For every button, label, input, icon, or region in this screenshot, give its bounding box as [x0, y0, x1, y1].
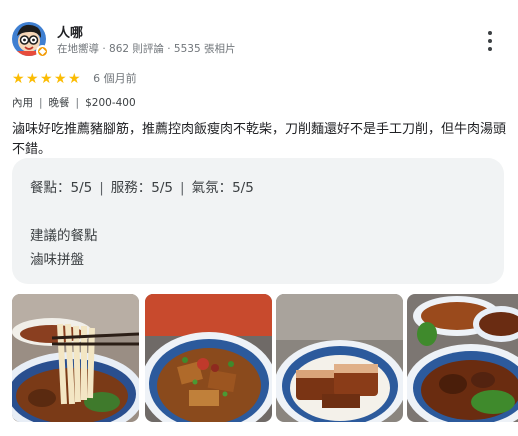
more-options-button[interactable] [482, 29, 498, 53]
score-separator: | [99, 180, 104, 196]
review-header: 人哪 在地嚮導 · 862 則評論 · 5535 張相片 [12, 22, 506, 58]
tag-price: $200-400 [85, 97, 136, 109]
star-icon: ★ [68, 71, 81, 87]
user-meta[interactable]: 在地嚮導 · 862 則評論 · 5535 張相片 [57, 41, 235, 56]
star-icon: ★ [54, 71, 67, 87]
star-rating: ★★★★★ [12, 68, 82, 87]
star-icon: ★ [26, 71, 39, 87]
rating-row: ★★★★★ 6 個月前 [12, 67, 137, 87]
review-tags: 內用 | 晚餐 | $200-400 [12, 95, 136, 110]
review-date: 6 個月前 [93, 71, 137, 85]
score-separator: | [180, 180, 185, 196]
review-photo[interactable] [145, 294, 272, 422]
recommended-dishes-title: 建議的餐點 [30, 228, 98, 244]
rice-bowl-photo-icon [145, 294, 272, 422]
service-score: 服務：5/5 [110, 180, 174, 196]
review-photos [12, 294, 518, 422]
food-score: 餐點：5/5 [30, 180, 93, 196]
more-vert-icon-dot [488, 39, 492, 43]
more-vert-icon [488, 31, 492, 35]
review-photo[interactable] [12, 294, 139, 422]
user-name[interactable]: 人哪 [57, 22, 83, 41]
sub-ratings: 餐點：5/5 | 服務：5/5 | 氣氛：5/5 [30, 176, 254, 196]
review-text: 滷味好吃推薦豬腳筋，推薦控肉飯瘦肉不乾柴，刀削麵還好不是手工刀削，但牛肉湯頭不錯… [12, 122, 507, 157]
recommended-dish: 滷味拼盤 [30, 252, 84, 268]
tag-separator: | [75, 97, 80, 109]
star-icon: ★ [40, 71, 53, 87]
tag-separator: | [39, 97, 43, 109]
tag-meal: 晚餐 [48, 97, 70, 109]
local-guide-badge-icon [36, 45, 49, 58]
review-details-card: 餐點：5/5 | 服務：5/5 | 氣氛：5/5 建議的餐點 滷味拼盤 [12, 158, 504, 284]
star-icon: ★ [12, 71, 25, 87]
beef-noodle-photo-icon [407, 294, 518, 422]
noodle-photo-icon [12, 294, 139, 422]
review-photo[interactable] [407, 294, 518, 422]
review-photo[interactable] [276, 294, 403, 422]
tag-dine-in: 內用 [12, 97, 33, 109]
atmosphere-score: 氣氛：5/5 [191, 180, 254, 196]
pork-rice-photo-icon [276, 294, 403, 422]
more-vert-icon-dot [488, 47, 492, 51]
